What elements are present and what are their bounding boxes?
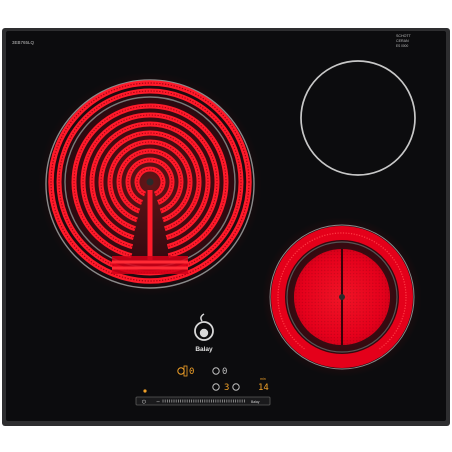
brand-name: Balay bbox=[195, 346, 213, 353]
slider-brand: Balay bbox=[251, 400, 260, 404]
timer-unit: min bbox=[260, 377, 266, 381]
power-off-icon[interactable]: ⏻ bbox=[142, 399, 146, 405]
zone-sensor-dot bbox=[146, 178, 154, 186]
power-slider[interactable]: ⏻ Balay − bbox=[135, 396, 271, 406]
zone-sensor-dot bbox=[339, 294, 345, 300]
code-label: ES 0000 bbox=[396, 44, 408, 48]
model-code: 3EB765LQ bbox=[12, 40, 35, 45]
zone-3-indicator: 3 bbox=[224, 383, 229, 393]
schott-label: SCHOTT bbox=[396, 34, 412, 38]
ceran-label: CERAN bbox=[396, 39, 409, 43]
ceramic-hob: 3EB765LQ SCHOTT CERAN ES 0000 Balay 0 0 … bbox=[2, 28, 450, 426]
zone-2-indicator: 0 bbox=[222, 367, 227, 377]
zone-1-indicator: 0 bbox=[189, 367, 194, 377]
timer-value: 14 bbox=[258, 383, 269, 393]
front-left-zone[interactable] bbox=[38, 72, 262, 296]
lock-indicator-dot bbox=[143, 389, 147, 393]
front-right-dual-zone[interactable] bbox=[262, 217, 422, 377]
minus-icon[interactable]: − bbox=[156, 400, 160, 406]
